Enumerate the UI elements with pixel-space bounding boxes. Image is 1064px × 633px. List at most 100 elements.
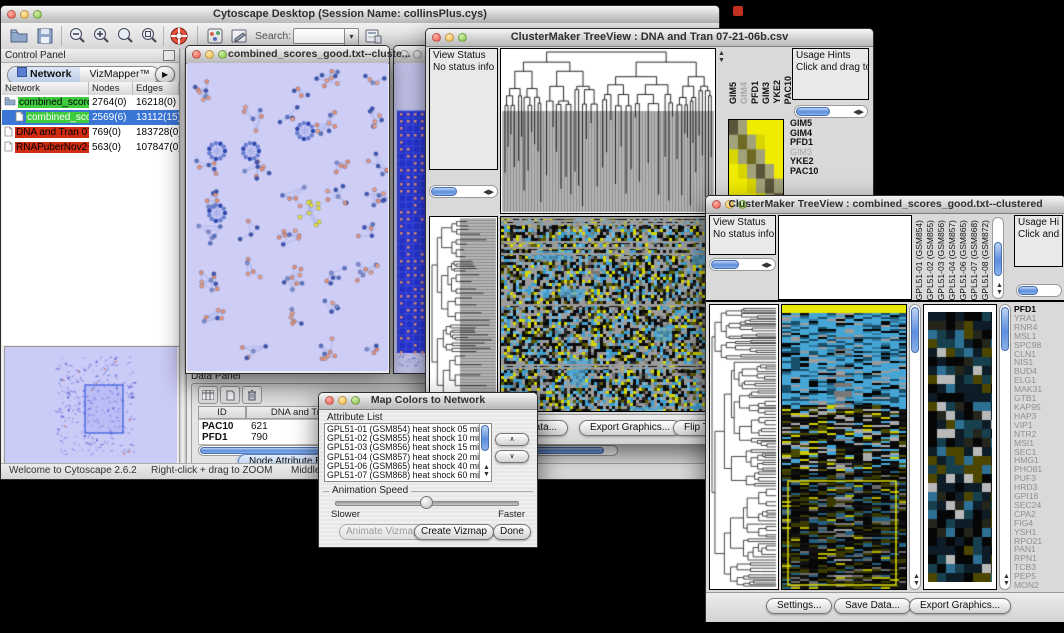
treeview2-window: ClusterMaker TreeView : combined_scores_… [705, 195, 1064, 622]
zoom-out-icon[interactable] [67, 26, 87, 46]
zoom-button[interactable] [351, 396, 360, 405]
animate-vizmap-button: Animate Vizmap [339, 524, 426, 540]
minimize-button[interactable] [338, 396, 347, 405]
tv2-column-label: GPL51-03 (GSM856) [936, 220, 946, 300]
tv1-viewstatus-hscrollbar[interactable]: ◀▶ [429, 185, 498, 198]
move-down-button[interactable]: ∨ [495, 450, 529, 463]
data-col-id[interactable]: ID [198, 406, 246, 419]
speed-slider-thumb[interactable] [420, 496, 433, 509]
new-attribute-icon[interactable] [220, 386, 240, 404]
settings-button[interactable]: Settings... [766, 598, 832, 614]
attribute-browser-icon[interactable] [363, 26, 383, 46]
zoom-button[interactable] [33, 10, 42, 19]
search-dropdown-arrow[interactable]: ▾ [344, 28, 359, 46]
tv2-gene-list[interactable]: PFD1YRA1RNR4MSL1SPC98CLN1NIS1BUD4ELG1MAK… [1014, 305, 1042, 590]
network-overview-canvas[interactable] [5, 347, 177, 463]
tv1-usage-hints: Usage Hints Click and drag tc [792, 48, 869, 100]
tv2-heatmap-vscrollbar[interactable]: ▲▼ [909, 304, 921, 590]
network-canvas[interactable] [187, 63, 388, 371]
zoom-fit-icon[interactable] [139, 26, 159, 46]
delete-attribute-icon[interactable] [242, 386, 262, 404]
export-graphics-button[interactable]: Export Graphics... [909, 598, 1011, 614]
network-window-title: combined_scores_good.txt--cluste... [228, 48, 411, 60]
close-button[interactable] [432, 33, 441, 42]
tv2-column-label: GPL51-02 (GSM855) [925, 220, 935, 300]
tv2-heatmap[interactable] [781, 304, 907, 590]
close-button[interactable] [192, 50, 201, 59]
network-row-name: combined_sco [2, 111, 89, 125]
tv2-labels-vscrollbar[interactable]: ▲▼ [992, 217, 1004, 299]
move-up-button[interactable]: ∧ [495, 433, 529, 446]
tab-overflow-button[interactable]: ▶ [155, 66, 175, 83]
tv1-row-dendrogram[interactable] [429, 216, 498, 412]
dialog-titlebar[interactable]: Map Colors to Network [319, 393, 537, 410]
tv2-gene-label[interactable]: MON2 [1014, 581, 1042, 590]
tab-network[interactable]: Network [8, 67, 80, 83]
float-panel-icon[interactable] [163, 50, 175, 61]
minimize-button[interactable] [205, 50, 214, 59]
treeview2-titlebar[interactable]: ClusterMaker TreeView : combined_scores_… [706, 196, 1064, 214]
search-input[interactable] [293, 28, 345, 44]
table-mode-icon[interactable] [198, 386, 218, 404]
network-edges-value: 183728(0) [133, 127, 179, 138]
tv2-usage-hscrollbar[interactable] [1016, 284, 1062, 297]
tv1-column-dendrogram[interactable] [500, 48, 716, 214]
zoom-selected-icon[interactable] [115, 26, 135, 46]
tv2-separator [706, 300, 1064, 302]
zoom-button[interactable] [458, 33, 467, 42]
data-row-id: PAC10 [202, 421, 234, 432]
tv2-column-label: GPL51-08 (GSM872) [980, 220, 990, 300]
open-session-icon[interactable] [9, 26, 29, 46]
tv2-viewstatus-hscrollbar[interactable]: ◀▶ [709, 258, 776, 271]
zoom-in-icon[interactable] [91, 26, 111, 46]
treeview1-titlebar[interactable]: ClusterMaker TreeView : DNA and Tran 07-… [426, 29, 873, 47]
attribute-list[interactable]: GPL51-01 (GSM854) heat shock 05 minGPL51… [324, 423, 492, 482]
minimize-button[interactable] [413, 50, 422, 59]
attribute-list-item[interactable]: GPL51-07 (GSM868) heat shock 60 min [327, 471, 478, 480]
tv1-gene-list[interactable]: GIM5GIM4PFD1GIM3YKE2PAC10 [790, 119, 818, 176]
zoom-button[interactable] [218, 50, 227, 59]
document-icon [15, 111, 24, 125]
tv2-column-label: GPL51-06 (GSM865) [958, 220, 968, 300]
tv2-genelist-vscrollbar[interactable]: ▲▼ [999, 304, 1011, 590]
network-row-name: combined_scores_ [2, 96, 89, 109]
tv1-gene-label[interactable]: PAC10 [790, 167, 818, 177]
network-row[interactable]: combined_sco2569(6)13112(15) [2, 110, 179, 125]
tv2-view-status: View Status No status info t [709, 215, 776, 255]
tv2-column-labels: GPL51-01 (GSM854)GPL51-02 (GSM855)GPL51-… [914, 215, 990, 300]
network-row[interactable]: RNAPuberNov2+563(0)107847(0) [2, 140, 179, 155]
data-row-value: 790 [251, 432, 268, 443]
tv2-row-dendrogram[interactable] [709, 304, 779, 590]
close-button[interactable] [7, 10, 16, 19]
close-button[interactable] [712, 200, 721, 209]
minimize-button[interactable] [445, 33, 454, 42]
tab-vizmapper[interactable]: VizMapper™ [80, 67, 159, 83]
tv2-zoom-heatmap-panel[interactable] [923, 304, 997, 590]
network-titlebar[interactable]: combined_scores_good.txt--cluste... [186, 46, 389, 64]
network-row-name: RNAPuberNov2+ [2, 141, 89, 155]
export-graphics-button[interactable]: Export Graphics... [579, 420, 681, 436]
done-button[interactable]: Done [493, 524, 531, 540]
minimize-button[interactable] [20, 10, 29, 19]
close-button[interactable] [325, 396, 334, 405]
attribute-list-vscrollbar[interactable]: ▲▼ [479, 424, 491, 479]
annotation-icon[interactable] [229, 26, 249, 46]
tv2-usage-hints: Usage Hi Click and [1014, 215, 1063, 267]
save-session-icon[interactable] [35, 26, 55, 46]
network-row[interactable]: DNA and Tran 07769(0)183728(0) [2, 125, 179, 140]
vizmapper-icon[interactable] [205, 26, 225, 46]
tv1-view-status: View Status No status info f [429, 48, 498, 170]
save-data-button[interactable]: Save Data... [834, 598, 911, 614]
tv2-column-label: GPL51-01 (GSM854) [914, 220, 924, 300]
create-vizmap-button[interactable]: Create Vizmap [414, 524, 494, 540]
tv2-column-dendrogram[interactable] [778, 215, 912, 300]
tv1-usage-hscrollbar[interactable]: ◀▶ [794, 105, 868, 118]
status-welcome: Welcome to Cytoscape 2.6.2 [9, 465, 137, 476]
search-label: Search: [255, 30, 291, 42]
network-name-label: combined_sco [26, 112, 89, 123]
network-row[interactable]: combined_scores_2764(0)16218(0) [2, 95, 179, 110]
help-lifering-icon[interactable] [169, 26, 189, 46]
tv1-resize-arrows[interactable]: ▲▼ [718, 50, 725, 64]
main-titlebar[interactable]: Cytoscape Desktop (Session Name: collins… [1, 6, 719, 24]
network-tab-icon [17, 67, 27, 77]
